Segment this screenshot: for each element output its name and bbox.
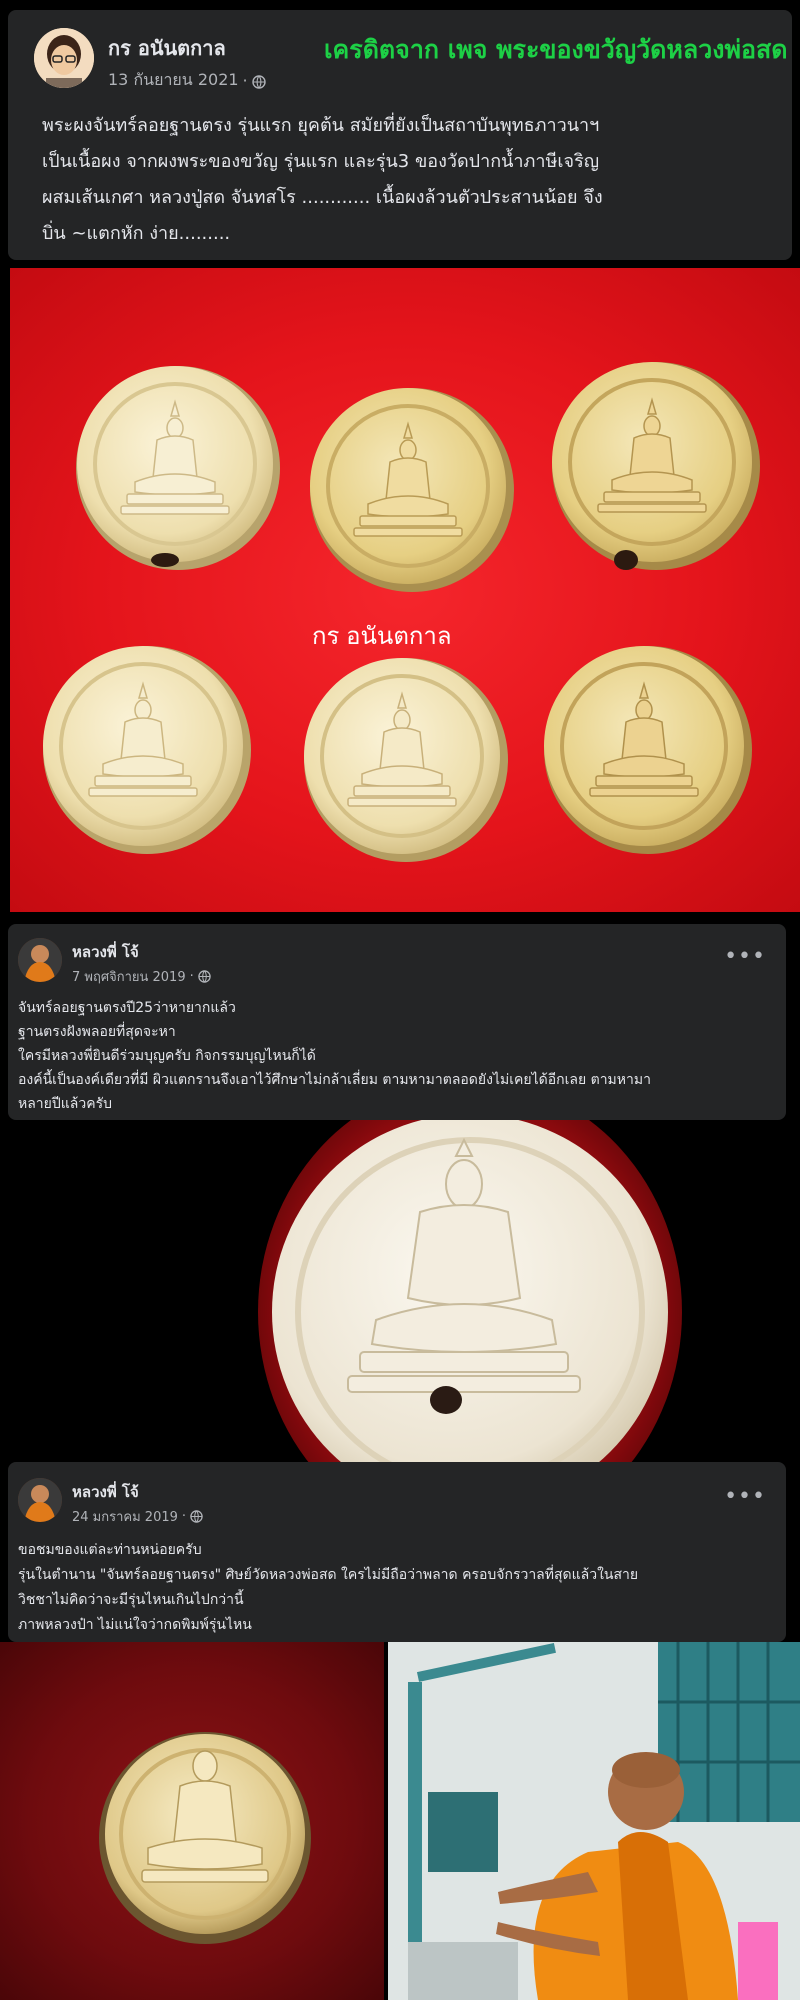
post-line: หลายปีแล้วครับ	[18, 1096, 112, 1112]
author-avatar[interactable]	[18, 938, 62, 982]
post-date[interactable]: 13 กันยายน 2021	[108, 68, 239, 93]
author-name[interactable]: กร อนันตกาล	[108, 32, 266, 64]
author-name[interactable]: หลวงพี่ โจ้	[72, 1480, 204, 1504]
embedded-gem	[430, 1386, 462, 1414]
post-header: หลวงพี่ โจ้ 7 พฤศจิกายน 2019 ·	[18, 938, 212, 987]
more-options-icon[interactable]: •••	[724, 1484, 766, 1509]
dot-separator: ·	[181, 1509, 187, 1524]
small-amulet-photo[interactable]	[0, 1642, 384, 2000]
post-line: องค์นี้เป็นองค์เดียวที่มี ผิวแตกรานจึงเอ…	[18, 1072, 651, 1088]
dot-separator: ·	[242, 71, 248, 90]
credit-overlay-text: เครดิตจาก เพจ พระของขวัญวัดหลวงพ่อสด	[324, 35, 788, 64]
author-name[interactable]: หลวงพี่ โจ้	[72, 940, 212, 964]
globe-icon	[198, 969, 212, 984]
post-line: เป็นเนื้อผง จากผงพระของขวัญ รุ่นแรก และร…	[42, 151, 600, 172]
post-card-1: กร อนันตกาล 13 กันยายน 2021 · เครดิตจาก …	[8, 10, 792, 260]
post-meta: 24 มกราคม 2019 ·	[72, 1506, 204, 1527]
post-date[interactable]: 7 พฤศจิกายน 2019	[72, 966, 186, 987]
post-card-2: หลวงพี่ โจ้ 7 พฤศจิกายน 2019 · ••• จันทร…	[8, 924, 786, 1120]
post-meta: 7 พฤศจิกายน 2019 ·	[72, 966, 212, 987]
post-header: กร อนันตกาล 13 กันยายน 2021 ·	[34, 28, 266, 93]
amulet-6	[544, 646, 752, 854]
author-avatar[interactable]	[34, 28, 94, 88]
post-line: พระผงจันทร์ลอยฐานตรง รุ่นแรก ยุคต้น สมัย…	[42, 115, 600, 136]
post-line: ฐานตรงฝังพลอยที่สุดจะหา	[18, 1024, 176, 1040]
post-body: จันทร์ลอยฐานตรงปี25ว่าหายากแล้ว ฐานตรงฝั…	[18, 996, 778, 1116]
amulet-2	[310, 388, 514, 592]
post-line: รุ่นในตำนาน "จันทร์ลอยฐานตรง" ศิษย์วัดหล…	[18, 1567, 639, 1583]
post-body: พระผงจันทร์ลอยฐานตรง รุ่นแรก ยุคต้น สมัย…	[42, 108, 772, 252]
post-body: ขอชมของแต่ละท่านหน่อยครับ รุ่นในตำนาน "จ…	[18, 1538, 778, 1638]
amulet-4	[43, 646, 251, 854]
post-header: หลวงพี่ โจ้ 24 มกราคม 2019 ·	[18, 1478, 204, 1527]
dot-separator: ·	[189, 969, 194, 984]
post-line: ขอชมของแต่ละท่านหน่อยครับ	[18, 1542, 202, 1558]
post-line: ใครมีหลวงพี่ยินดีร่วมบุญครับ กิจกรรมบุญไ…	[18, 1048, 316, 1064]
globe-icon	[190, 1509, 204, 1524]
post-line: จันทร์ลอยฐานตรงปี25ว่าหายากแล้ว	[18, 1000, 236, 1016]
post-line: วิชชาไม่คิดว่าจะมีรุ่นไหนเกินไปกว่านี้	[18, 1592, 244, 1608]
post-date[interactable]: 24 มกราคม 2019	[72, 1506, 178, 1527]
post-line: ผสมเส้นเกศา หลวงปู่สด จันทสโร ..........…	[42, 187, 603, 208]
amulet-5	[304, 658, 508, 862]
amulet-3	[552, 362, 760, 570]
post-line: ภาพหลวงป๋า ไม่แน่ใจว่ากดพิมพ์รุ่นไหน	[18, 1617, 252, 1633]
amulet-group-photo[interactable]: กร อนันตกาล	[10, 268, 800, 912]
post-line: บิ่น ~แตกหัก ง่าย.........	[42, 223, 231, 244]
post-meta: 13 กันยายน 2021 ·	[108, 68, 266, 93]
globe-icon	[251, 74, 266, 89]
amulet-1	[76, 366, 280, 570]
post-card-3: หลวงพี่ โจ้ 24 มกราคม 2019 · ••• ขอชมของ…	[8, 1462, 786, 1642]
photo-watermark: กร อนันตกาล	[312, 623, 452, 650]
author-avatar[interactable]	[18, 1478, 62, 1522]
more-options-icon[interactable]: •••	[724, 944, 766, 969]
monk-pressing-amulets-photo[interactable]	[388, 1642, 800, 2000]
